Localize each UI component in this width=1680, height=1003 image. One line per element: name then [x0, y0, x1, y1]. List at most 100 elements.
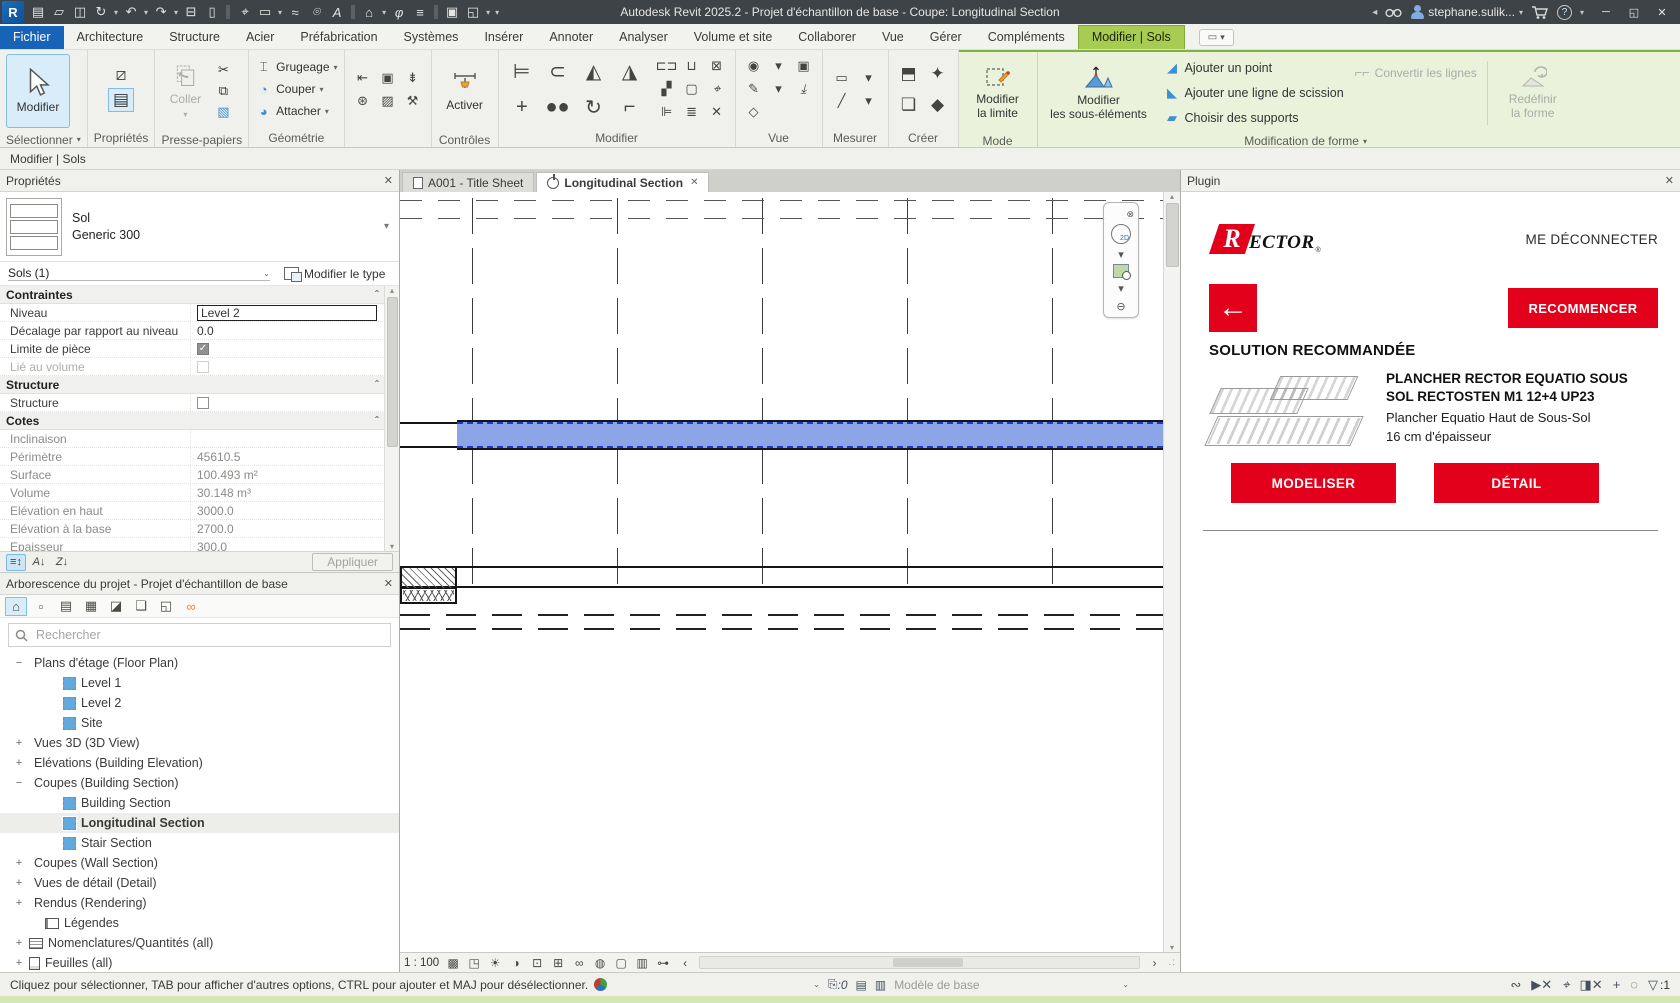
plugin-close-icon[interactable]: ✕	[1665, 174, 1674, 187]
browser-category-schedules[interactable]: + Nomenclatures/Quantités (all)	[0, 933, 399, 953]
scale-icon[interactable]: ▢	[680, 78, 704, 100]
status-caret-icon[interactable]: ⌄	[813, 980, 820, 989]
mirror-draw-axis-icon[interactable]: ◮	[613, 54, 647, 88]
view-scale[interactable]: 1 : 100	[404, 957, 439, 969]
reveal-hidden-elements-icon[interactable]: ◍	[592, 956, 608, 970]
background-processes-icon[interactable]: ◌	[1630, 977, 1638, 993]
ribbon-tab[interactable]: Acier	[233, 26, 287, 49]
search-binoculars-icon[interactable]	[1385, 5, 1402, 19]
array-icon[interactable]: ▞	[655, 78, 679, 100]
create-group-icon[interactable]: ⬒	[895, 59, 923, 89]
unpin-icon[interactable]: ⊫	[655, 101, 679, 123]
restart-button[interactable]: RECOMMENCER	[1508, 288, 1658, 328]
browser-category-3d-views[interactable]: + Vues 3D (3D View)	[0, 733, 399, 753]
sort-descending-icon[interactable]: Z↓	[52, 554, 72, 571]
crop-view-icon[interactable]: ⊡	[529, 956, 545, 970]
browser-families-icon[interactable]: ◱	[155, 597, 177, 616]
displace-elements-icon[interactable]: ◇	[742, 101, 766, 123]
temporary-hide-isolate-icon[interactable]: ∞	[571, 956, 587, 970]
ribbon-tab-contextual[interactable]: Modifier | Sols	[1078, 25, 1185, 49]
browser-item-longitudinal-section[interactable]: Longitudinal Section	[0, 813, 399, 833]
browser-item-level-1[interactable]: Level 1	[0, 673, 399, 693]
unjoin-icon[interactable]: ⊛	[351, 90, 375, 112]
add-point-button[interactable]: ◢ Ajouter un point	[1164, 58, 1344, 79]
redo-caret-icon[interactable]: ▾	[172, 2, 180, 22]
measure-caret-icon[interactable]: ▾	[276, 2, 284, 22]
browser-category-floor-plans[interactable]: − Plans d'étage (Floor Plan)	[0, 653, 399, 673]
linework-caret-icon[interactable]: ▾	[767, 78, 791, 100]
create-similar-icon[interactable]: ✦	[924, 59, 952, 89]
ribbon-tab[interactable]: Architecture	[64, 26, 157, 49]
design-options-icon[interactable]: ▥	[875, 978, 886, 992]
press-drag-icon[interactable]: ⌖	[1562, 977, 1569, 993]
browser-home-icon[interactable]: ⌂	[5, 597, 27, 616]
ribbon-tab[interactable]: Gérer	[917, 26, 975, 49]
view-tab-close-icon[interactable]: ✕	[690, 177, 698, 188]
browser-category-detail-views[interactable]: + Vues de détail (Detail)	[0, 873, 399, 893]
thin-lines-icon[interactable]: ≡	[410, 2, 430, 22]
sort-ascending-icon[interactable]: A↓	[29, 554, 49, 571]
activate-controls-button[interactable]: Activer	[438, 54, 492, 128]
close-hidden-windows-icon[interactable]: ▣	[442, 2, 462, 22]
search-input[interactable]	[34, 627, 384, 643]
file-properties-icon[interactable]: ▤	[28, 2, 48, 22]
steering-wheel-icon[interactable]: 2D	[1111, 224, 1131, 244]
delete-icon[interactable]: ✕	[705, 101, 729, 123]
view-tab-title-sheet[interactable]: A001 - Title Sheet	[402, 172, 534, 192]
worksharing-display-icon[interactable]: ▥	[634, 956, 650, 970]
move-icon[interactable]: +	[505, 90, 539, 124]
aligned-dimension-icon[interactable]: ⌖	[234, 2, 254, 22]
browser-item-building-section[interactable]: Building Section	[0, 793, 399, 813]
join-geometry-button[interactable]: ◕ Attacher▾	[255, 101, 329, 122]
wheel-caret-icon[interactable]: ▾	[1118, 246, 1124, 262]
project-browser-close-icon[interactable]: ✕	[384, 577, 393, 590]
canvas-vertical-scrollbar[interactable]: ▴ ▾	[1163, 192, 1180, 952]
browser-item-stair-section[interactable]: Stair Section	[0, 833, 399, 853]
group-icon[interactable]: ≣	[680, 101, 704, 123]
reveal-constraints-icon[interactable]: ◉	[742, 55, 766, 77]
browser-sheets-icon[interactable]: ◪	[105, 597, 127, 616]
selection-filter-button[interactable]: ▽ :1	[1648, 977, 1670, 993]
browser-search-box[interactable]	[8, 623, 391, 647]
demolish-icon[interactable]: ⚒	[401, 90, 425, 112]
qat-separator[interactable]	[434, 5, 438, 19]
ribbon-tab[interactable]: Insérer	[471, 26, 536, 49]
section-dimensions[interactable]: Cotesˆ	[0, 412, 399, 430]
collapse-search-icon[interactable]: ◂	[1372, 7, 1377, 18]
section-structure[interactable]: Structureˆ	[0, 376, 399, 394]
panel-label-select[interactable]: Sélectionner▾	[0, 132, 87, 147]
qat-separator[interactable]	[351, 5, 355, 19]
editable-only-icon[interactable]: ◨✕	[1579, 977, 1602, 993]
tag-icon[interactable]: ⌾	[306, 2, 326, 22]
align-icon[interactable]: ⊨	[505, 54, 539, 88]
qat-separator[interactable]	[226, 5, 230, 19]
edit-boundary-button[interactable]: Modifier la limite	[965, 56, 1031, 130]
logout-link[interactable]: ME DÉCONNECTER	[1526, 232, 1658, 247]
visual-style-icon[interactable]: ◳	[466, 956, 482, 970]
detail-line-icon[interactable]: ≈	[285, 2, 305, 22]
revit-app-icon[interactable]: R	[2, 1, 24, 23]
properties-palette-icon[interactable]: ▤	[108, 88, 134, 112]
type-selector-caret-icon[interactable]: ▾	[384, 221, 393, 232]
browser-category-renderings[interactable]: + Rendus (Rendering)	[0, 893, 399, 913]
restore-button[interactable]: ◱	[1620, 1, 1648, 23]
pin-icon[interactable]: ⌖	[705, 78, 729, 100]
type-selector[interactable]: Sol Generic 300 ▾	[0, 192, 399, 262]
ribbon-tab[interactable]: Structure	[156, 26, 233, 49]
navbar-close-icon[interactable]: ⊗	[1126, 206, 1138, 222]
drag-elements-icon[interactable]: +	[1613, 977, 1621, 993]
ribbon-display-toggle[interactable]: ▭▾	[1199, 29, 1234, 46]
selection-box-icon[interactable]: ▣	[792, 55, 816, 77]
beam-cutback-icon[interactable]: ⇟	[401, 67, 425, 89]
properties-scrollbar[interactable]: ▴ ▾	[384, 286, 399, 551]
linework-icon[interactable]: ✎	[742, 78, 766, 100]
create-parts-icon[interactable]: ◆	[924, 90, 952, 120]
detail-level-icon[interactable]: ▩	[445, 956, 461, 970]
browser-zoom-selection-icon[interactable]: ▫	[30, 597, 52, 616]
paste-button[interactable]: ⎗ Coller ▾	[161, 54, 209, 128]
ribbon-tab[interactable]: Systèmes	[391, 26, 472, 49]
section-icon[interactable]: φ	[389, 2, 409, 22]
properties-close-icon[interactable]: ✕	[384, 174, 393, 187]
switch-windows-caret-icon[interactable]: ▾	[484, 2, 492, 22]
override-graphics-icon[interactable]: ⤓	[792, 78, 816, 100]
